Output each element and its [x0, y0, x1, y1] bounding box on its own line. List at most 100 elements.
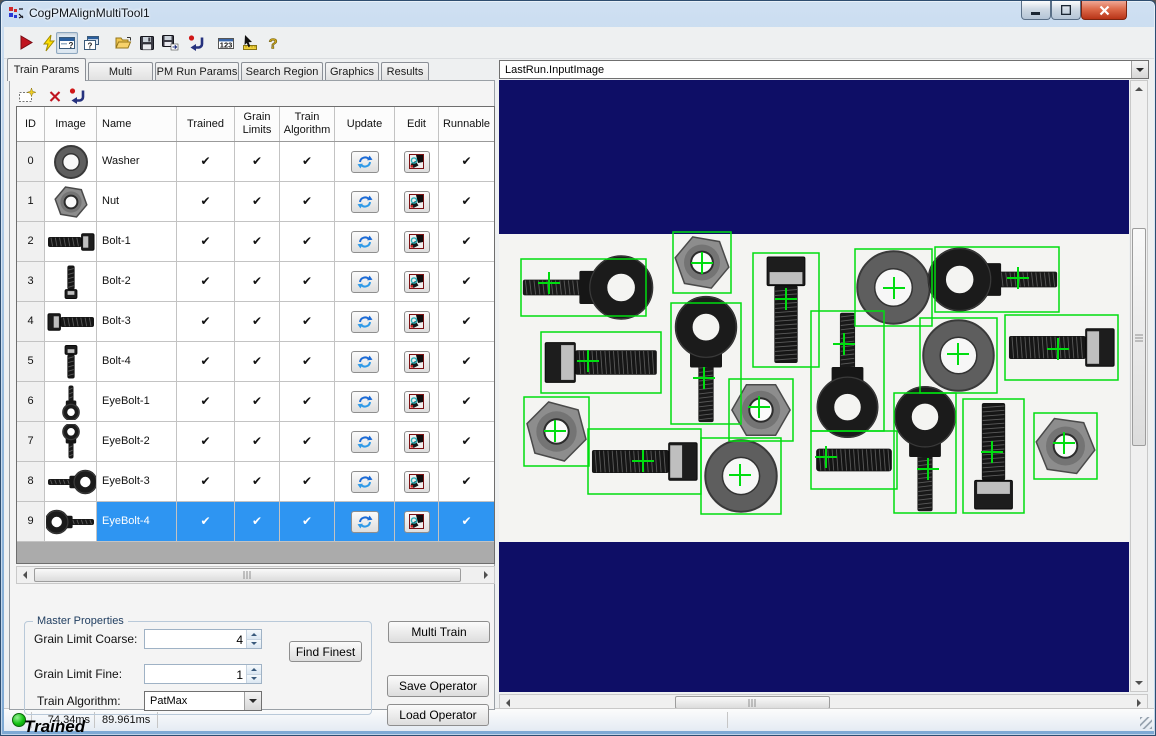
table-row-eyebolt-3[interactable]: 8EyeBolt-3✔✔✔✔: [17, 462, 494, 502]
table-row-bolt-4[interactable]: 5Bolt-4✔✔✔✔: [17, 342, 494, 382]
update-button[interactable]: [351, 151, 379, 173]
cell-name: EyeBolt-4: [97, 502, 177, 541]
delete-pattern-icon[interactable]: [46, 87, 64, 105]
grain-limit-coarse-spinner[interactable]: 4: [144, 629, 262, 649]
update-button[interactable]: [351, 511, 379, 533]
coordinates-icon[interactable]: [238, 32, 260, 54]
spin-up-button[interactable]: [247, 630, 261, 640]
tab-pm-run-params[interactable]: PM Run Params: [155, 62, 239, 81]
reset-icon[interactable]: [185, 32, 207, 54]
scroll-left-arrow[interactable]: [17, 567, 33, 583]
update-button[interactable]: [351, 311, 379, 333]
reset-patterns-icon[interactable]: [68, 87, 86, 105]
save-icon[interactable]: [136, 32, 158, 54]
show-image-display-icon[interactable]: ?: [56, 32, 78, 54]
cell-grain-limits: ✔: [235, 222, 280, 261]
scroll-thumb[interactable]: [1132, 228, 1146, 446]
cell-edit: [395, 502, 439, 541]
image-vertical-scrollbar[interactable]: [1130, 80, 1148, 692]
minimize-button[interactable]: [1021, 1, 1051, 20]
cell-edit: [395, 422, 439, 461]
scene-part-14: [816, 449, 892, 472]
update-button[interactable]: [351, 191, 379, 213]
cell-id: 3: [17, 262, 45, 301]
table-row-bolt-3[interactable]: 4Bolt-3✔✔✔✔: [17, 302, 494, 342]
table-row-nut[interactable]: 1Nut✔✔✔✔: [17, 182, 494, 222]
edit-pattern-button[interactable]: [404, 511, 430, 533]
edit-pattern-button[interactable]: [404, 311, 430, 333]
edit-pattern-button[interactable]: [404, 151, 430, 173]
update-button[interactable]: [351, 351, 379, 373]
table-row-washer[interactable]: 0Washer✔✔✔✔: [17, 142, 494, 182]
cell-train-algorithm: ✔: [280, 262, 335, 301]
cell-id: 1: [17, 182, 45, 221]
cell-edit: [395, 142, 439, 181]
cell-train-algorithm: ✔: [280, 222, 335, 261]
scroll-up-arrow[interactable]: [1131, 81, 1147, 97]
scroll-down-arrow[interactable]: [1131, 675, 1147, 691]
column-header-grain-limits: Grain Limits: [235, 107, 280, 141]
cell-pattern-image: [45, 502, 97, 541]
maximize-button[interactable]: [1051, 1, 1081, 20]
table-horizontal-scrollbar[interactable]: [16, 566, 495, 584]
edit-pattern-button[interactable]: [404, 431, 430, 453]
table-row-eyebolt-4[interactable]: 9EyeBolt-4✔✔✔✔: [17, 502, 494, 542]
spin-down-button[interactable]: [247, 675, 261, 684]
train-algorithm-combo[interactable]: PatMax: [144, 691, 262, 711]
title-bar[interactable]: CogPMAlignMultiTool1: [1, 1, 1155, 27]
cell-trained: ✔: [177, 182, 235, 221]
tab-graphics[interactable]: Graphics: [325, 62, 379, 81]
update-button[interactable]: [351, 471, 379, 493]
client-area: ?? 123? Train ParamsMulti ParamsPM Run Pa…: [4, 27, 1154, 731]
grain-limit-fine-spinner[interactable]: 1: [144, 664, 262, 684]
scroll-thumb[interactable]: [34, 568, 461, 582]
save-operator-button[interactable]: Save Operator: [387, 675, 489, 697]
run-icon[interactable]: [15, 32, 37, 54]
tab-results[interactable]: Results: [381, 62, 429, 81]
image-display-viewport[interactable]: [499, 80, 1129, 692]
table-row-bolt-2[interactable]: 3Bolt-2✔✔✔✔: [17, 262, 494, 302]
resize-grip[interactable]: [1140, 717, 1152, 729]
cell-train-algorithm: ✔: [280, 142, 335, 181]
tab-train-params[interactable]: Train Params: [7, 58, 86, 81]
floating-image-display-icon[interactable]: ?: [80, 32, 102, 54]
scroll-right-arrow[interactable]: [478, 567, 494, 583]
open-icon[interactable]: [112, 32, 134, 54]
combo-dropdown-button[interactable]: [244, 692, 261, 710]
edit-pattern-button[interactable]: [404, 351, 430, 373]
table-row-eyebolt-2[interactable]: 7EyeBolt-2✔✔✔✔: [17, 422, 494, 462]
table-row-eyebolt-1[interactable]: 6EyeBolt-1✔✔✔✔: [17, 382, 494, 422]
edit-pattern-button[interactable]: [404, 231, 430, 253]
cell-grain-limits: ✔: [235, 502, 280, 541]
save-as-icon[interactable]: [159, 32, 181, 54]
multi-train-button[interactable]: Multi Train: [388, 621, 490, 643]
find-finest-button[interactable]: Find Finest: [289, 641, 362, 662]
edit-pattern-button[interactable]: [404, 271, 430, 293]
table-row-bolt-1[interactable]: 2Bolt-1✔✔✔✔: [17, 222, 494, 262]
table-header-row: IDImageNameTrainedGrain LimitsTrain Algo…: [17, 107, 494, 142]
edit-pattern-button[interactable]: [404, 471, 430, 493]
update-button[interactable]: [351, 431, 379, 453]
grain-limit-fine-value[interactable]: 1: [145, 665, 246, 683]
cell-pattern-image: [45, 462, 97, 501]
grain-limit-coarse-value[interactable]: 4: [145, 630, 246, 648]
help-icon[interactable]: ?: [262, 32, 284, 54]
tab-search-region[interactable]: Search Region: [241, 62, 323, 81]
record-id-icon[interactable]: 123: [215, 32, 237, 54]
add-pattern-icon[interactable]: [18, 87, 36, 105]
edit-pattern-button[interactable]: [404, 191, 430, 213]
load-operator-button[interactable]: Load Operator: [387, 704, 489, 726]
close-button[interactable]: [1081, 1, 1127, 20]
combo-dropdown-button[interactable]: [1131, 61, 1148, 78]
edit-pattern-button[interactable]: [404, 391, 430, 413]
update-button[interactable]: [351, 271, 379, 293]
tab-multi-params[interactable]: Multi Params: [88, 62, 153, 81]
update-button[interactable]: [351, 391, 379, 413]
update-button[interactable]: [351, 231, 379, 253]
spin-up-button[interactable]: [247, 665, 261, 675]
display-record-selector[interactable]: LastRun.InputImage: [499, 60, 1149, 79]
spin-down-button[interactable]: [247, 640, 261, 649]
cell-train-algorithm: ✔: [280, 382, 335, 421]
cell-grain-limits: ✔: [235, 262, 280, 301]
cell-update: [335, 502, 395, 541]
